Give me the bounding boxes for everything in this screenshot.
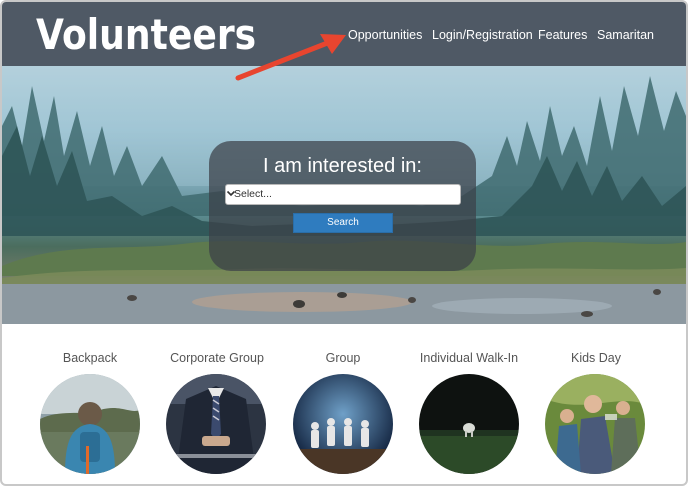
category-backpack[interactable]: Backpack: [35, 351, 145, 365]
category-label: Kids Day: [570, 351, 622, 365]
category-corporate-group[interactable]: Corporate Group: [162, 351, 272, 365]
category-group[interactable]: Group: [288, 351, 398, 365]
corporate-group-image[interactable]: [166, 374, 266, 474]
category-individual-walk-in[interactable]: Individual Walk-In: [414, 351, 524, 365]
group-image[interactable]: [293, 374, 393, 474]
search-panel: I am interested in: Select... Search: [209, 141, 476, 271]
kids-day-image[interactable]: [545, 374, 645, 474]
interest-select-value: Select...: [234, 188, 272, 200]
annotation-arrow-icon: [235, 34, 346, 81]
search-heading: I am interested in:: [263, 155, 422, 177]
search-button[interactable]: Search: [293, 213, 393, 233]
category-label: Backpack: [62, 351, 118, 365]
individual-walk-in-image[interactable]: [419, 374, 519, 474]
category-label: Individual Walk-In: [419, 351, 519, 365]
hero-banner: I am interested in: Select... Search: [2, 66, 686, 324]
interest-select[interactable]: Select...: [225, 184, 461, 205]
category-label: Corporate Group: [170, 351, 264, 365]
browser-frame: Volunteers Opportunities Login/Registrat…: [0, 0, 688, 486]
category-kids-day[interactable]: Kids Day: [541, 351, 651, 365]
backpack-image[interactable]: [40, 374, 140, 474]
category-label: Group: [325, 351, 361, 365]
chevron-down-icon: [226, 190, 236, 197]
